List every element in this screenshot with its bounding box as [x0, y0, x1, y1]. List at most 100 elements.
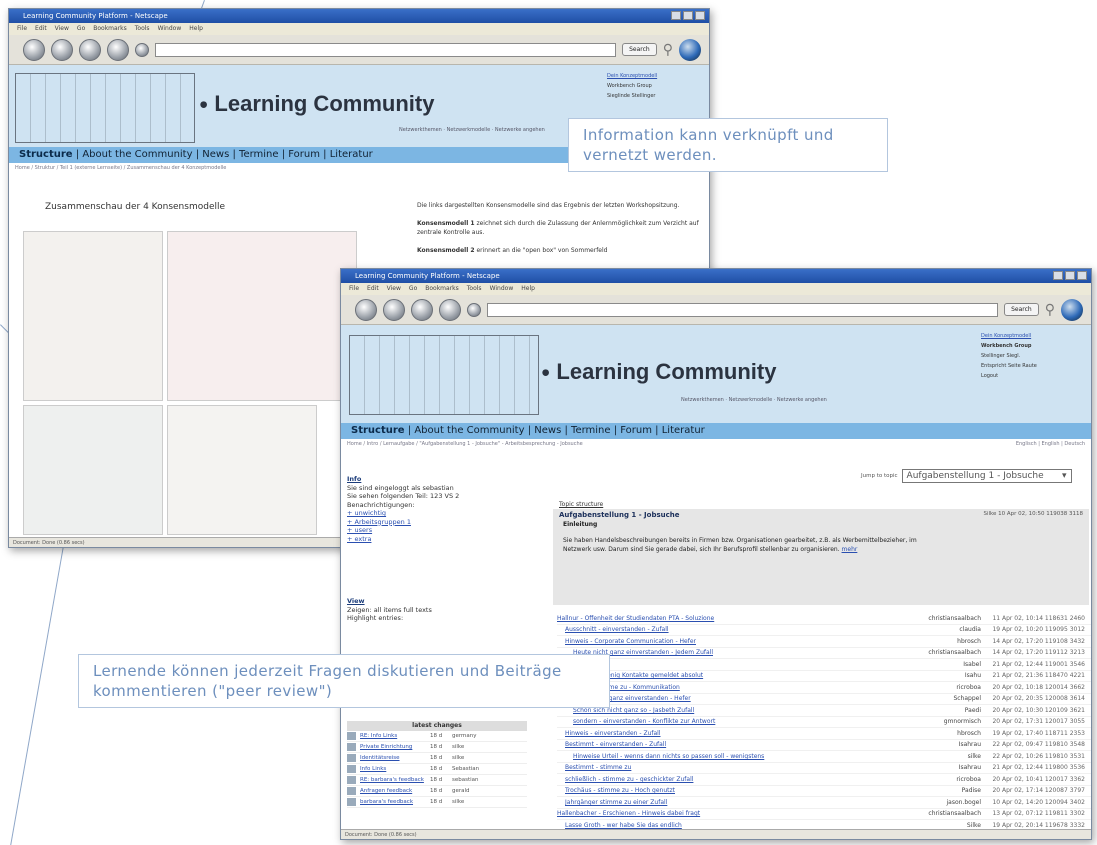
minimize-button[interactable]	[1053, 271, 1063, 280]
nav-about[interactable]: About the Community	[82, 149, 192, 160]
thread-row[interactable]: Jahrgänger stimme zu einer Zufall jason.b…	[557, 797, 1091, 809]
latest-change-row[interactable]: RE: barbara's feedback 18 d sebastian	[347, 775, 527, 786]
logout-link[interactable]: Logout	[981, 371, 1091, 381]
menu-edit[interactable]: Edit	[367, 283, 379, 295]
user-link[interactable]: Sieglinde Stellinger	[607, 91, 657, 101]
stop-button[interactable]	[439, 298, 461, 321]
menu-file[interactable]: File	[17, 23, 27, 35]
forward-button[interactable]	[383, 298, 405, 321]
latest-changes-title: latest changes	[347, 721, 527, 731]
menu-help[interactable]: Help	[189, 23, 203, 35]
stop-button[interactable]	[107, 38, 129, 61]
nav-termine[interactable]: Termine	[571, 425, 611, 436]
latest-change-row[interactable]: barbara's feedback 18 d silke	[347, 797, 527, 808]
thread-row[interactable]: Hinweis - einverstanden - Zufall hbrosch 1…	[557, 728, 1091, 740]
reload-button[interactable]	[411, 298, 433, 321]
thread-row[interactable]: sondern - einverstanden - Konflikte zur …	[557, 717, 1091, 728]
url-input[interactable]	[155, 42, 617, 57]
forward-button[interactable]	[51, 38, 73, 61]
nav-about[interactable]: About the Community	[414, 425, 524, 436]
home-button[interactable]	[135, 42, 149, 57]
latest-change-row[interactable]: Identitätsreise 18 d silke	[347, 753, 527, 764]
menu-tools[interactable]: Tools	[467, 283, 482, 295]
thread-row[interactable]: Trochäus - stimme zu - Hoch genutzt Padis…	[557, 786, 1091, 797]
search-button[interactable]: Search	[622, 43, 657, 56]
nav-termine[interactable]: Termine	[239, 149, 279, 160]
topic-date: 10 Apr 02, 10:50 119038 3118	[998, 511, 1083, 517]
menu-view[interactable]: View	[55, 23, 69, 35]
menu-window[interactable]: Window	[490, 283, 514, 295]
user-link[interactable]: Workbench Group	[607, 81, 657, 91]
nav-structure[interactable]: Structure	[19, 149, 73, 160]
sketch-image-3	[23, 405, 163, 535]
thread-row[interactable]: Bestimmt - einverstanden - Zufall Isahrau…	[557, 740, 1091, 751]
close-button[interactable]	[1077, 271, 1087, 280]
nav-literatur[interactable]: Literatur	[330, 149, 373, 160]
nav-literatur[interactable]: Literatur	[662, 425, 705, 436]
status-bar: Document: Done (0.86 secs)	[341, 829, 1091, 839]
reload-button[interactable]	[79, 38, 101, 61]
info-item[interactable]: + users	[347, 526, 527, 535]
nav-news[interactable]: News	[534, 425, 561, 436]
thread-row[interactable]: Hinweis - Corporate Communication - Hefe…	[557, 636, 1091, 648]
thread-row[interactable]: leider nicht ganz einverstanden - Hefer S…	[557, 694, 1091, 705]
nav-structure[interactable]: Structure	[351, 425, 405, 436]
menu-tools[interactable]: Tools	[135, 23, 150, 35]
topic-title[interactable]: Aufgabenstellung 1 - Jobsuche	[559, 511, 680, 519]
user-link[interactable]: Workbench Group	[981, 341, 1091, 351]
menu-help[interactable]: Help	[521, 283, 535, 295]
topic-select[interactable]: Aufgabenstellung 1 - Jobsuche ▾	[901, 469, 1072, 483]
user-link[interactable]: Stellinger Siegl.	[981, 351, 1091, 361]
view-title[interactable]: View	[347, 597, 527, 606]
menu-view[interactable]: View	[387, 283, 401, 295]
nav-forum[interactable]: Forum	[288, 149, 320, 160]
latest-change-row[interactable]: Anfragen feedback 18 d gerald	[347, 786, 527, 797]
thread-row[interactable]: Heute nicht ganz einverstanden - Jedem Z…	[557, 648, 1091, 659]
home-button[interactable]	[467, 302, 481, 317]
back-button[interactable]	[355, 298, 377, 321]
window-title: Learning Community Platform - Netscape	[355, 272, 500, 280]
menu-edit[interactable]: Edit	[35, 23, 47, 35]
maximize-button[interactable]	[683, 11, 693, 20]
info-item[interactable]: + extra	[347, 535, 527, 544]
nav-news[interactable]: News	[202, 149, 229, 160]
info-title[interactable]: Info	[347, 475, 527, 484]
nav-forum[interactable]: Forum	[620, 425, 652, 436]
maximize-button[interactable]	[1065, 271, 1075, 280]
user-link[interactable]: Entspricht Seite Raute	[981, 361, 1091, 371]
user-link[interactable]: Dein Konzeptmodell	[981, 331, 1091, 341]
menu-file[interactable]: File	[349, 283, 359, 295]
thread-row[interactable]: Hallnur - Offenheit der Studiendaten PTA…	[557, 613, 1091, 625]
info-item[interactable]: + Arbeitsgruppen 1	[347, 518, 527, 527]
minimize-button[interactable]	[671, 11, 681, 20]
thread-row[interactable]: Absolut - Wenig Kontakte gemeldet absolu…	[557, 671, 1091, 682]
thread-row[interactable]: Frage - stimme zu - Kommunikation ricrobo…	[557, 682, 1091, 694]
search-button[interactable]: Search	[1004, 303, 1039, 316]
read-more-link[interactable]: mehr	[842, 546, 858, 553]
thread-row[interactable]: Hinweise Urteil - wenns dann nichts so p…	[557, 751, 1091, 763]
user-links: Dein Konzeptmodell Workbench Group Stell…	[981, 331, 1091, 381]
menu-bookmarks[interactable]: Bookmarks	[93, 23, 127, 35]
latest-change-row[interactable]: RE: Info Links 18 d germany	[347, 731, 527, 742]
close-button[interactable]	[695, 11, 705, 20]
thread-row[interactable]: schließlich - stimme zu - geschickter Zu…	[557, 774, 1091, 786]
document-icon	[347, 776, 356, 784]
menu-go[interactable]: Go	[409, 283, 417, 295]
menu-window[interactable]: Window	[158, 23, 182, 35]
menu-bookmarks[interactable]: Bookmarks	[425, 283, 459, 295]
thread-row[interactable]: Hallenbacher - Erschienen - Hinweis dabe…	[557, 809, 1091, 820]
thread-row[interactable]: Ausschnitt - einverstanden - Zufall claud…	[557, 625, 1091, 636]
back-button[interactable]	[23, 38, 45, 61]
url-input[interactable]	[487, 302, 999, 317]
menu-go[interactable]: Go	[77, 23, 85, 35]
user-link[interactable]: Dein Konzeptmodell	[607, 71, 657, 81]
info-item[interactable]: + unwichtig	[347, 509, 527, 518]
sort-label[interactable]: Topic structure	[559, 501, 603, 508]
thread-row[interactable]: Bestimmt - stimme zu Isahrau 21 Apr 02, 12…	[557, 763, 1091, 774]
language-links[interactable]: Englisch | English | Deutsch	[1010, 439, 1091, 449]
latest-change-row[interactable]: Private Einrichtung 18 d silke	[347, 742, 527, 753]
thread-row[interactable]: Schon sich nicht ganz so - Jasbeth Zufal…	[557, 705, 1091, 717]
latest-change-row[interactable]: Info Links 18 d Sebastian	[347, 764, 527, 775]
thread-row[interactable]: EinsatzIsabel21 Apr 02, 12:44 119001 354…	[557, 659, 1091, 671]
topic-body: Sie haben Handelsbeschreibungen bereits …	[563, 537, 917, 553]
